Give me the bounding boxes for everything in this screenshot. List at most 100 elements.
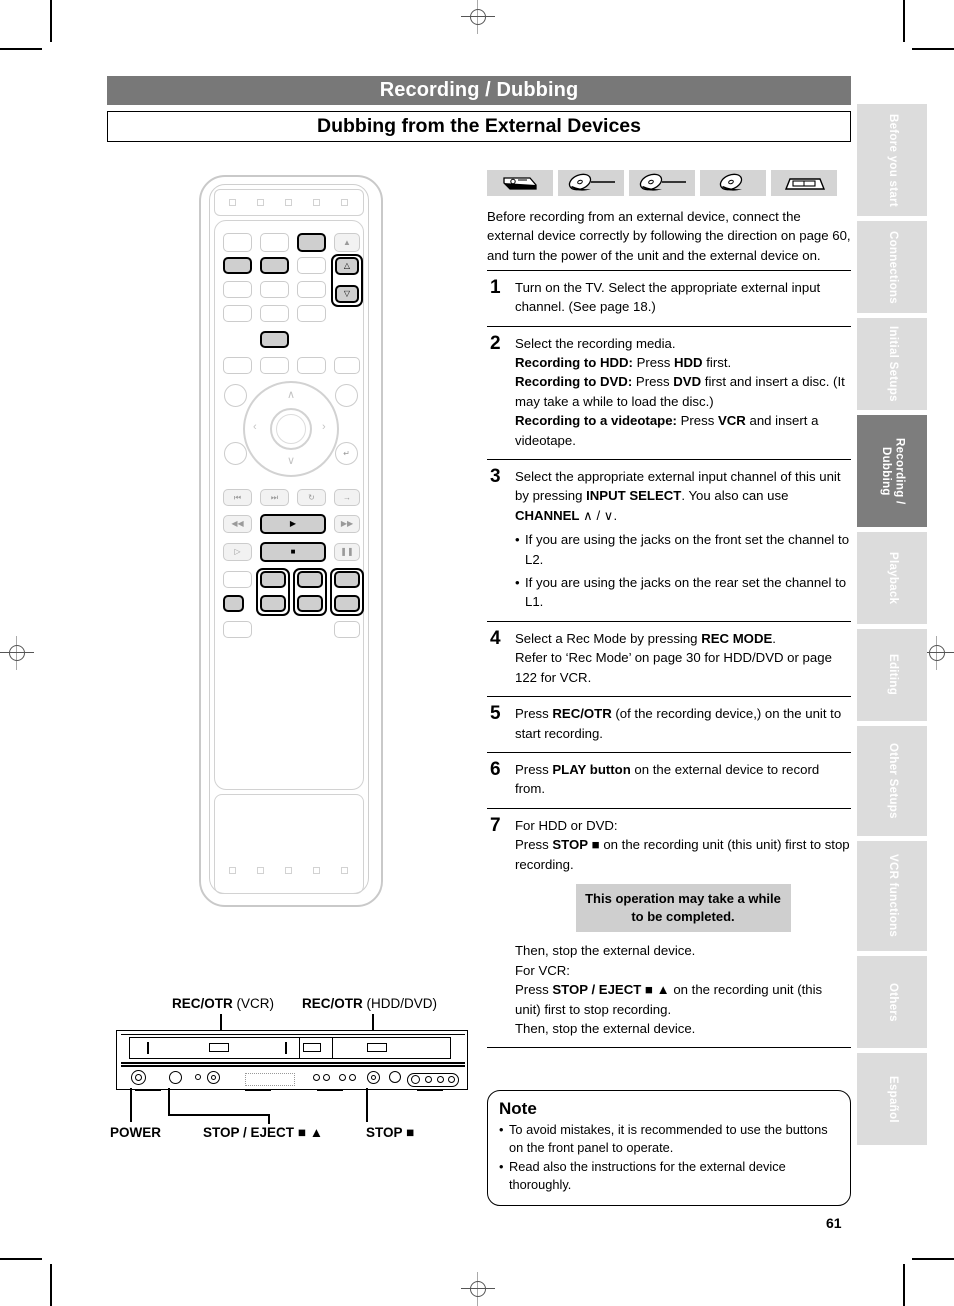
remote-button[interactable] [223, 571, 252, 588]
remote-button[interactable] [223, 357, 252, 374]
front-panel-small-button[interactable] [195, 1074, 201, 1080]
remote-button[interactable] [297, 357, 326, 374]
step-2: 2 Select the recording media. Recording to… [487, 325, 851, 459]
front-panel-dial[interactable] [425, 1076, 432, 1083]
remote-button-rec-otr-c[interactable] [297, 571, 323, 588]
remote-button-vcr[interactable] [260, 257, 289, 274]
step-line: Refer to ‘Rec Mode’ on page 30 for HDD/D… [515, 650, 832, 685]
front-panel-dial[interactable] [411, 1075, 420, 1084]
bullet-dot-icon: • [499, 1158, 504, 1174]
note-item: • To avoid mistakes, it is recommended to… [499, 1121, 839, 1158]
chapter-tab-other-setups[interactable]: Other Setups [857, 726, 927, 836]
remote-button[interactable] [260, 233, 289, 252]
chapter-tab-label: Other Setups [886, 743, 899, 819]
step-keyword: HDD [674, 355, 703, 371]
step-bullet: • If you are using the jacks on the front… [515, 530, 851, 569]
remote-indicator-dot [257, 867, 264, 874]
leader-line [268, 1114, 270, 1124]
remote-button-play[interactable]: ▶ [260, 514, 326, 534]
remote-button-rec-otr-a[interactable] [260, 571, 286, 588]
remote-button-rec-otr-f[interactable] [334, 595, 360, 612]
remote-indicator-dot [229, 199, 236, 206]
chapter-tab-initial-setups[interactable]: Initial Setups [857, 318, 927, 410]
remote-button[interactable] [297, 257, 326, 274]
remote-button[interactable] [223, 305, 252, 322]
step-line: Turn on the TV. Select the appropriate e… [515, 279, 821, 315]
chapter-tab-rail: Before you start Connections Initial Setup… [857, 104, 927, 1150]
fast-forward-icon: ▶▶ [340, 519, 354, 528]
front-panel-stop-eject-button[interactable] [169, 1071, 182, 1084]
step-keyword: DVD [673, 374, 702, 390]
front-panel-label-stop-eject: STOP / EJECT ■ ▲ [203, 1125, 323, 1140]
remote-button-dvd[interactable] [223, 257, 252, 274]
step-bullet: • If you are using the jacks on the rear … [515, 573, 851, 612]
remote-button-rec-mode[interactable] [223, 595, 244, 612]
remote-button[interactable] [260, 305, 289, 322]
step-number: 6 [490, 758, 501, 780]
registration-mark-left [0, 636, 34, 670]
remote-button-fast-forward[interactable]: ▶▶ [334, 515, 360, 533]
remote-button-skip[interactable]: → [334, 489, 360, 506]
step-7: 7 For HDD or DVD: Press STOP ■ on the reco… [487, 807, 851, 1049]
remote-button[interactable] [223, 281, 252, 298]
remote-button[interactable] [297, 305, 326, 322]
dvd-ram-disc-icon [700, 170, 766, 196]
remote-button-rewind[interactable]: ◀◀ [223, 515, 252, 533]
remote-button-skip-forward[interactable]: ⏭ [260, 489, 289, 506]
remote-round-button[interactable] [224, 442, 247, 465]
remote-button[interactable] [297, 281, 326, 298]
chapter-tab-label: Playback [886, 551, 899, 605]
chapter-tab-playback[interactable]: Playback [857, 532, 927, 624]
remote-indicator-dot [285, 867, 292, 874]
remote-button[interactable] [260, 281, 289, 298]
remote-round-button[interactable] [224, 384, 247, 407]
leader-line [366, 1088, 368, 1122]
skip-back-icon: ⏮ [233, 492, 242, 502]
hdd-icon [487, 170, 553, 196]
remote-button-stop[interactable]: ■ [260, 542, 326, 562]
remote-button-enter-back[interactable]: ↵ [335, 442, 358, 465]
front-panel-label-rec-otr-vcr: REC/OTR (VCR) [172, 996, 274, 1011]
step-number: 1 [490, 276, 501, 298]
step-keyword: VCR [717, 413, 746, 429]
remote-button-skip-back[interactable]: ⏮ [223, 489, 252, 506]
remote-button-replay[interactable]: ↻ [297, 489, 326, 506]
chapter-tab-others[interactable]: Others [857, 956, 927, 1048]
note-box: Note • To avoid mistakes, it is recommend… [487, 1090, 851, 1206]
remote-button-input-select[interactable] [260, 331, 289, 348]
front-panel-dial[interactable] [448, 1076, 455, 1083]
step-line: Recording to HDD: Press HDD first. [515, 353, 851, 372]
chapter-tab-connections[interactable]: Connections [857, 221, 927, 313]
remote-button-rec-otr-b[interactable] [260, 595, 286, 612]
step-text: Press [515, 837, 553, 853]
front-panel-dial[interactable] [437, 1076, 444, 1083]
front-panel-rec-otr-hdd-dvd-button[interactable] [389, 1071, 401, 1083]
front-panel-label-bold: REC/OTR [302, 996, 363, 1011]
chapter-tab-recording-dubbing[interactable]: Recording / Dubbing [857, 415, 927, 527]
remote-button-open-close[interactable]: ▲ [334, 233, 360, 252]
remote-button[interactable] [334, 621, 360, 638]
remote-button[interactable] [223, 621, 252, 638]
remote-button-channel-up[interactable]: △ [335, 257, 359, 275]
dvd-rw-disc-icon [629, 170, 695, 196]
remote-button-pause[interactable]: ❚❚ [334, 543, 360, 561]
remote-button[interactable] [223, 233, 252, 252]
remote-button-channel-down[interactable]: ▽ [335, 285, 359, 303]
chapter-tab-editing[interactable]: Editing [857, 629, 927, 721]
play-icon: ▶ [289, 519, 297, 528]
remote-button-rec-otr-d[interactable] [297, 595, 323, 612]
chapter-tab-before-you-start[interactable]: Before you start [857, 104, 927, 216]
chapter-tab-espa-ol[interactable]: Español [857, 1053, 927, 1145]
remote-indicator-dot [313, 199, 320, 206]
step-keyword: STOP [552, 837, 589, 853]
chapter-tab-vcr-functions[interactable]: VCR functions [857, 841, 927, 951]
remote-button-slow[interactable]: ▷ [223, 543, 252, 561]
crop-mark-tr-v [903, 0, 905, 42]
remote-button-rec-otr-e[interactable] [334, 571, 360, 588]
remote-button[interactable] [334, 357, 360, 374]
remote-button-hdd[interactable] [297, 233, 326, 252]
chapter-tab-label: Before you start [886, 113, 899, 207]
remote-button[interactable] [260, 357, 289, 374]
remote-round-button[interactable] [335, 384, 358, 407]
step-line: Press REC/OTR (of the recording device,)… [515, 704, 851, 743]
